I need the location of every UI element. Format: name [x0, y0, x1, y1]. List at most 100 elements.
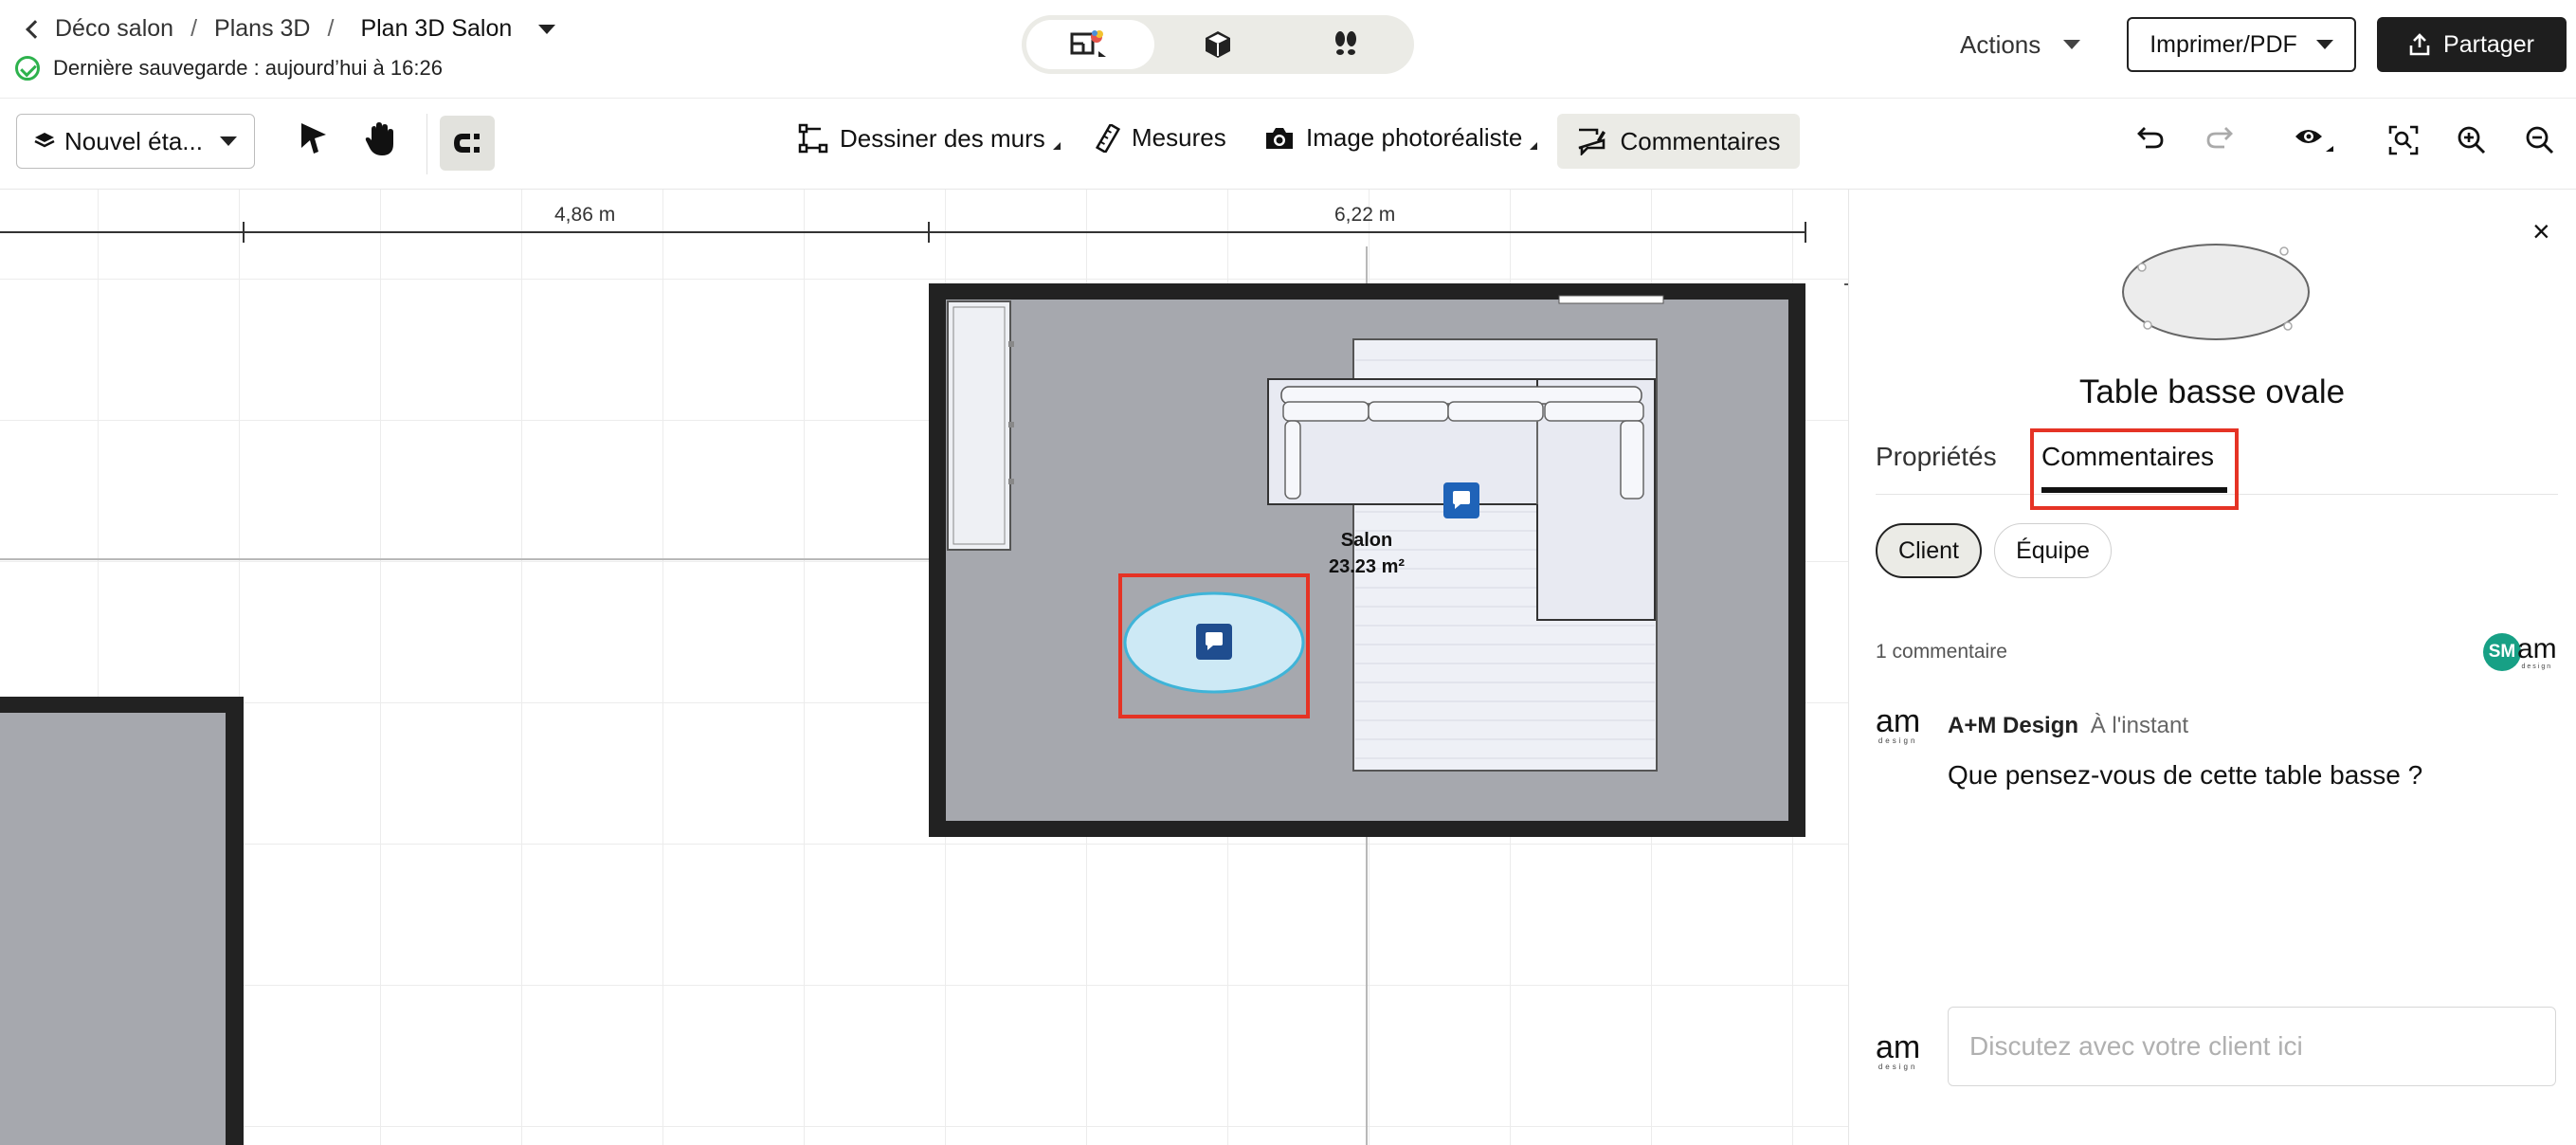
ruler-icon	[1096, 123, 1120, 153]
comments-tool[interactable]: Commentaires	[1557, 114, 1800, 169]
pan-tool[interactable]	[364, 121, 396, 162]
floor-plan-canvas[interactable]: 4,86 m 6,22 m Salon 23.23 m²	[0, 190, 1848, 1145]
highlight-comments-tab	[2030, 428, 2239, 510]
actions-menu[interactable]: Actions	[1960, 23, 2081, 66]
avatar-sm: SM	[2483, 633, 2521, 671]
chevron-down-icon[interactable]	[538, 24, 556, 34]
view-3d-button[interactable]	[1154, 20, 1282, 69]
am-logo-subtext: design	[1878, 736, 1918, 745]
am-logo-text: am	[1876, 703, 1921, 739]
draw-walls-tool[interactable]: Dessiner des murs	[798, 123, 1061, 154]
sideboard-handle	[1008, 341, 1014, 347]
undo-icon	[2137, 127, 2164, 149]
adjacent-room-floor	[0, 713, 226, 1145]
view-walk-button[interactable]	[1281, 20, 1409, 69]
zoom-in-icon	[2458, 126, 2486, 154]
dimension-label-1: 4,86 m	[554, 204, 616, 226]
window[interactable]	[1558, 295, 1664, 304]
zoom-out-button[interactable]	[2525, 125, 2555, 160]
sideboard-handle	[1008, 479, 1014, 484]
actions-label: Actions	[1960, 29, 2041, 59]
top-bar: Déco salon / Plans 3D / Plan 3D Salon De…	[0, 0, 2576, 99]
redo-icon	[2206, 127, 2233, 149]
zoom-in-button[interactable]	[2457, 125, 2487, 160]
room-area: 23.23 m²	[1328, 556, 1406, 577]
comment-author-logo: am design	[1876, 705, 1920, 745]
photo-render-label: Image photoréaliste	[1306, 123, 1523, 152]
participants[interactable]: SM am design	[2483, 633, 2557, 671]
breadcrumb-separator: /	[190, 15, 198, 42]
plan-2d-icon	[1070, 30, 1107, 57]
redo-button[interactable]	[2205, 125, 2234, 154]
floor-selector[interactable]: Nouvel éta...	[16, 114, 255, 169]
object-thumbnail	[2122, 244, 2310, 340]
photo-render-tool[interactable]: Image photoréaliste	[1264, 123, 1538, 153]
submenu-indicator-icon	[1530, 141, 1538, 150]
filter-client-label: Client	[1898, 536, 1959, 564]
share-label: Partager	[2443, 30, 2534, 58]
share-button[interactable]: Partager	[2377, 17, 2567, 72]
measures-label: Mesures	[1132, 123, 1226, 152]
comment-bubble-icon	[1453, 491, 1470, 504]
breadcrumb-plans[interactable]: Plans 3D	[214, 15, 310, 43]
floor-plan-drawing	[0, 222, 1848, 1145]
print-pdf-button[interactable]: Imprimer/PDF	[2127, 17, 2356, 72]
room-name: Salon	[1340, 530, 1393, 551]
select-tool[interactable]	[298, 121, 330, 160]
chevron-left-icon[interactable]	[26, 19, 45, 39]
draw-walls-label: Dessiner des murs	[840, 123, 1045, 153]
filter-client-chip[interactable]: Client	[1876, 523, 1982, 578]
magnet-snap-toggle[interactable]	[440, 116, 495, 171]
save-status-text: Dernière sauvegarde : aujourd’hui à 16:2…	[53, 56, 443, 80]
chevron-down-icon	[2063, 40, 2081, 49]
view-switcher	[1022, 15, 1414, 74]
composer-logo: am design	[1876, 1031, 1920, 1071]
visibility-menu[interactable]	[2294, 125, 2335, 158]
cursor-arrow-icon	[301, 123, 326, 154]
sideboard-handle	[1008, 422, 1014, 427]
toolbar: Nouvel éta... Dessiner des murs Mesures …	[0, 99, 2576, 190]
room-label: Salon 23.23 m²	[1317, 527, 1416, 580]
share-icon	[2409, 33, 2430, 56]
comments-tool-label: Commentaires	[1620, 126, 1781, 155]
breadcrumb-project[interactable]: Déco salon	[55, 15, 173, 43]
view-2d-button[interactable]	[1026, 20, 1154, 69]
sideboard[interactable]	[947, 300, 1011, 551]
comment-time: À l'instant	[2090, 713, 2189, 738]
undo-button[interactable]	[2136, 125, 2165, 154]
measures-tool[interactable]: Mesures	[1096, 123, 1226, 153]
am-logo-text: am	[1876, 1029, 1921, 1065]
am-logo-subtext: design	[1878, 1063, 1918, 1071]
am-logo-subtext: design	[2521, 663, 2553, 670]
comment-count: 1 commentaire	[1876, 641, 2007, 663]
chevron-down-icon	[2315, 40, 2333, 49]
dimension-label-2: 6,22 m	[1334, 204, 1396, 226]
submenu-indicator-icon	[1052, 142, 1061, 150]
save-status: Dernière sauvegarde : aujourd’hui à 16:2…	[15, 56, 443, 81]
check-circle-icon	[15, 56, 40, 81]
object-title: Table basse ovale	[2078, 373, 2346, 410]
close-icon[interactable]: ×	[2532, 214, 2550, 249]
eye-icon	[2295, 130, 2333, 152]
comment-author-name: A+M Design	[1948, 713, 2079, 738]
tab-properties[interactable]: Propriétés	[1876, 442, 1997, 472]
zoom-out-icon	[2526, 126, 2554, 154]
avatar-am-logo: am design	[2517, 634, 2557, 670]
floor-label: Nouvel éta...	[64, 126, 203, 155]
comment-author: A+M Design À l'instant	[1948, 713, 2188, 739]
layers-icon	[34, 133, 55, 148]
magnet-icon	[454, 134, 480, 153]
zoom-fit-icon	[2388, 125, 2419, 155]
project-name[interactable]: Plan 3D Salon	[360, 15, 512, 43]
fit-view-button[interactable]	[2388, 125, 2419, 160]
filter-team-label: Équipe	[2016, 536, 2090, 564]
breadcrumb-separator: /	[327, 15, 335, 42]
camera-icon	[1266, 127, 1293, 149]
filter-team-chip[interactable]: Équipe	[1994, 523, 2112, 578]
chat-input[interactable]	[1948, 1007, 2556, 1086]
chevron-down-icon	[219, 136, 237, 146]
print-label: Imprimer/PDF	[2150, 30, 2297, 58]
cube-3d-icon	[1206, 31, 1230, 58]
hand-icon	[365, 122, 393, 155]
footsteps-icon	[1334, 31, 1356, 55]
